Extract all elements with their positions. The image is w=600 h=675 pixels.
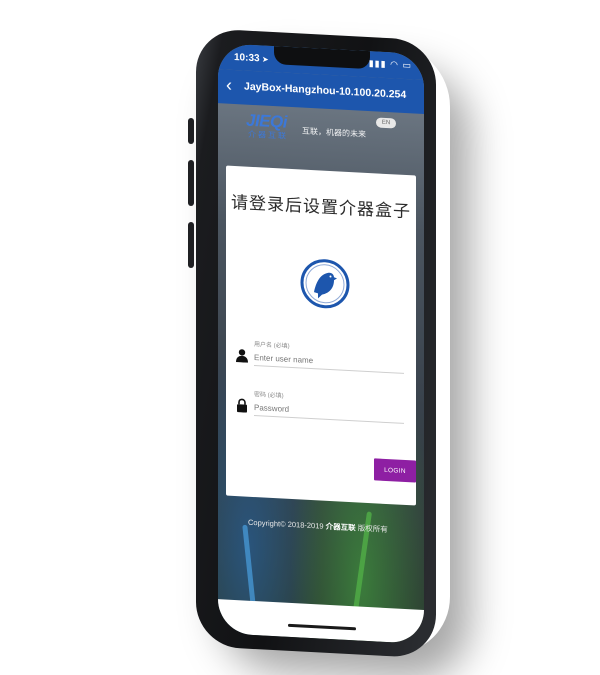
- wifi-icon: ◠: [390, 59, 399, 70]
- status-icons: ▮▮▮ ◠ ▭: [369, 58, 412, 71]
- home-indicator[interactable]: [288, 623, 356, 631]
- password-input[interactable]: [254, 399, 404, 424]
- chevron-left-icon[interactable]: ‹: [226, 75, 232, 95]
- camera-notch: [274, 46, 370, 70]
- bird-logo-icon: [300, 259, 350, 309]
- user-icon: [236, 349, 248, 363]
- location-arrow-icon: ➤: [262, 56, 269, 64]
- status-time: 10:33 ➤: [234, 51, 269, 65]
- login-title: 请登录后设置介器盒子: [231, 192, 411, 222]
- password-label: 密码 (必填): [254, 392, 284, 400]
- copyright-suffix: 版权所有: [357, 523, 388, 535]
- phone-frame: 10:33 ➤ ▮▮▮ ◠ ▭ ‹ JayBox-Hangzhou-10.100…: [196, 28, 436, 659]
- copyright-company: 介器互联: [325, 521, 356, 533]
- nav-title: JayBox-Hangzhou-10.100.20.254: [244, 80, 407, 102]
- signal-icon: ▮▮▮: [368, 58, 387, 69]
- volume-down-button: [188, 222, 194, 268]
- login-button[interactable]: LOGIN: [374, 458, 416, 483]
- phone-screen: 10:33 ➤ ▮▮▮ ◠ ▭ ‹ JayBox-Hangzhou-10.100…: [218, 43, 424, 644]
- stage: 10:33 ➤ ▮▮▮ ◠ ▭ ‹ JayBox-Hangzhou-10.100…: [0, 0, 600, 675]
- username-input[interactable]: [254, 349, 404, 374]
- mute-switch: [188, 118, 194, 144]
- username-label: 用户名 (必填): [254, 342, 290, 350]
- login-card: 请登录后设置介器盒子 用户名 (必填) 密码 (必填): [226, 165, 416, 506]
- volume-up-button: [188, 160, 194, 206]
- language-toggle[interactable]: EN: [376, 117, 396, 129]
- lock-icon: [237, 398, 247, 413]
- battery-icon: ▭: [402, 59, 412, 71]
- brand-logo-cn: 介器互联: [248, 129, 288, 141]
